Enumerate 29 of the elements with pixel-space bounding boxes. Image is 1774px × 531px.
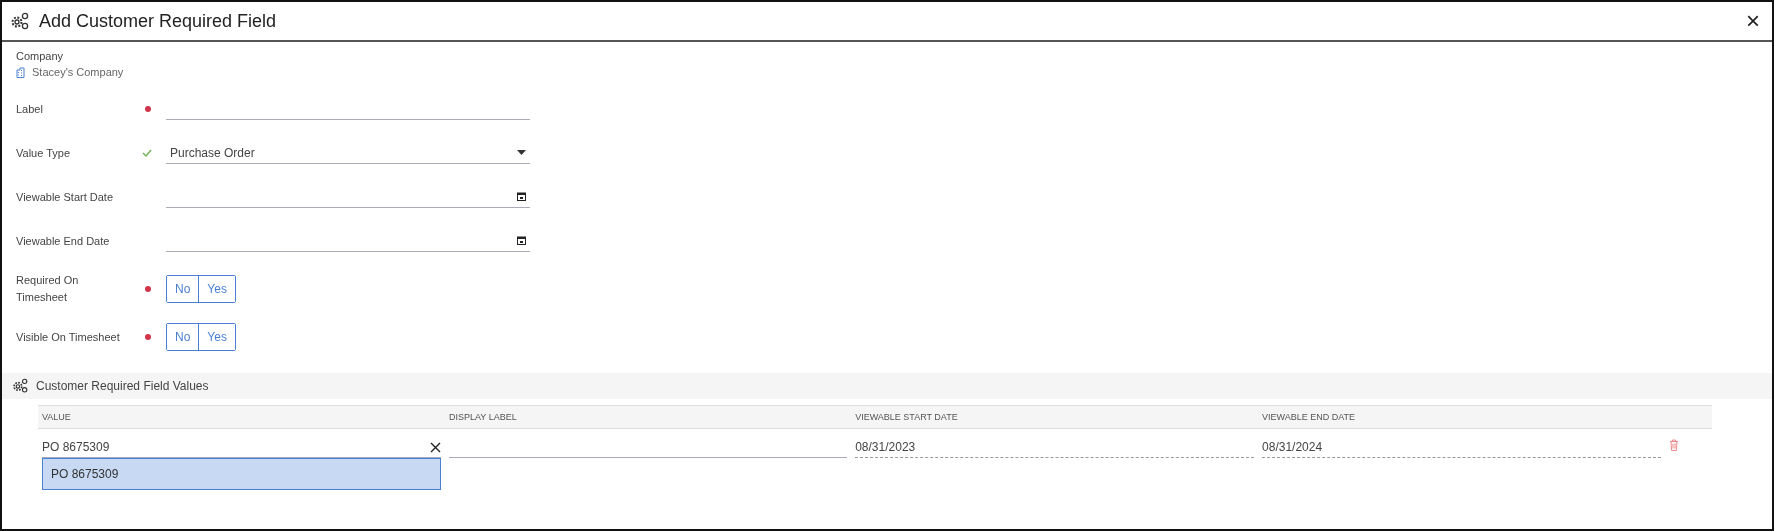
field-label: Viewable End Date: [16, 233, 111, 249]
column-header: VALUE: [38, 405, 445, 429]
column-header: VIEWABLE END DATE: [1258, 405, 1665, 429]
caret-icon: [517, 150, 526, 155]
suggestion-item[interactable]: PO 8675309: [42, 458, 441, 490]
gears-icon: [12, 378, 28, 394]
calendar-icon[interactable]: [517, 192, 526, 201]
field-label: Label: [16, 101, 44, 117]
trash-icon[interactable]: [1668, 439, 1679, 451]
date-field[interactable]: 08/31/2023: [855, 437, 1255, 458]
field-label: Required On Timesheet: [16, 273, 80, 305]
section-title: Customer Required Field Values: [36, 379, 209, 393]
calendar-icon[interactable]: [517, 236, 526, 245]
toggle-option[interactable]: Yes: [198, 275, 235, 302]
column-header: DISPLAY LABEL: [445, 405, 852, 429]
gears-icon: [10, 11, 29, 31]
field-label: Visible On Timesheet: [16, 329, 121, 345]
building-icon: [16, 66, 26, 78]
column-header: VIEWABLE START DATE: [851, 405, 1259, 429]
close-button[interactable]: ×: [1742, 9, 1764, 33]
company-name: Stacey's Company: [32, 66, 124, 78]
field-label: Value Type: [16, 145, 72, 161]
company-label: Company: [16, 50, 65, 62]
clear-icon[interactable]: [430, 441, 441, 453]
toggle-option[interactable]: Yes: [198, 324, 235, 350]
window-title: Add Customer Required Field: [39, 10, 278, 32]
field-label: Viewable Start Date: [16, 189, 115, 205]
date-field[interactable]: 08/31/2024: [1262, 437, 1661, 458]
value-type-dropdown[interactable]: Purchase Order: [166, 142, 530, 164]
